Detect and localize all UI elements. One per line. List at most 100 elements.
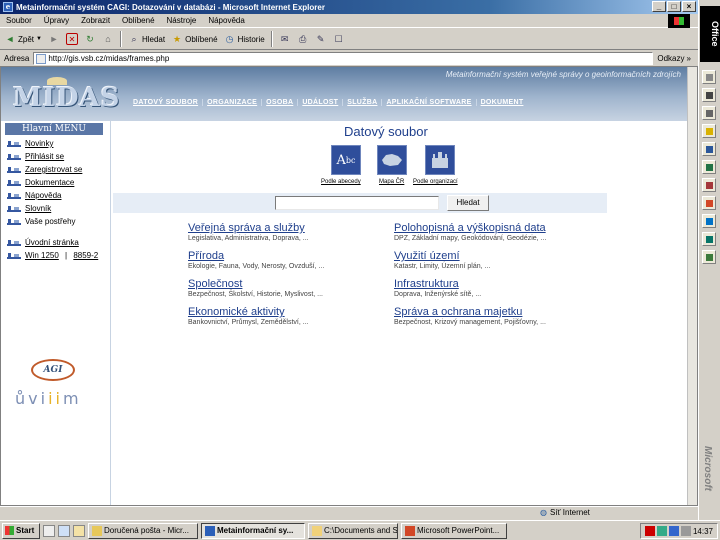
office-access-icon[interactable] xyxy=(702,178,716,192)
task-inbox[interactable]: Doručená pošta - Micr... xyxy=(88,522,198,539)
edit-icon[interactable]: ✎ xyxy=(315,33,327,45)
address-input[interactable]: http://gis.vsb.cz/midas/frames.php xyxy=(33,51,654,65)
nav-sluzba[interactable]: SLUŽBA xyxy=(343,99,383,106)
menu-item-zaregistrovat[interactable]: Zaregistrovat se xyxy=(7,165,82,174)
quick-launch-ie-icon[interactable] xyxy=(58,524,70,537)
category-item: Polohopisná a výškopisná data DPZ, Zákla… xyxy=(394,222,546,242)
tray-n-icon[interactable] xyxy=(644,526,655,536)
start-button[interactable]: Start xyxy=(2,522,40,539)
links-button[interactable]: Odkazy » xyxy=(657,52,697,65)
menu-item-uvodni[interactable]: Úvodní stránka xyxy=(7,238,79,247)
discuss-icon[interactable]: ☐ xyxy=(333,33,345,45)
menu-item-slovnik[interactable]: Slovník xyxy=(7,204,51,213)
print-icon[interactable]: ⎙ xyxy=(297,33,309,45)
security-zone: ◍ Síť Internet xyxy=(540,508,590,517)
menu-item-novinky[interactable]: Novinky xyxy=(7,139,53,148)
toolbar: ◄ Zpět ▼ ► ✕ ↻ ⌂ ⌕ Hledat ★ Oblíbené ◷ H… xyxy=(0,29,698,50)
address-label: Adresa xyxy=(4,53,30,63)
category-link[interactable]: Infrastruktura xyxy=(394,278,481,290)
nav-aplikacni-software[interactable]: APLIKAČNÍ SOFTWARE xyxy=(382,99,477,106)
office-powerpoint-icon[interactable] xyxy=(702,196,716,210)
search-input[interactable] xyxy=(275,196,439,210)
forward-button[interactable]: ► xyxy=(48,33,60,45)
search-by-map-link[interactable]: Mapa ČR xyxy=(379,179,404,185)
organization-icon[interactable] xyxy=(425,145,455,175)
chevron-down-icon: ▼ xyxy=(36,36,42,42)
search-button[interactable]: ⌕ Hledat xyxy=(128,33,165,45)
refresh-icon[interactable]: ↻ xyxy=(84,33,96,45)
encoding-separator: | xyxy=(62,251,70,260)
quick-launch-desktop-icon[interactable] xyxy=(43,524,55,537)
office-new-mail-icon[interactable] xyxy=(702,70,716,84)
menu-title: Hlavní MENU xyxy=(5,123,103,135)
menu-item-label: Přihlásit se xyxy=(25,152,65,161)
office-excel-icon[interactable] xyxy=(702,160,716,174)
browser-viewport: Metainformační systém veřejné správy o g… xyxy=(0,66,698,506)
office-publisher-icon[interactable] xyxy=(702,232,716,246)
category-link[interactable]: Využití území xyxy=(394,250,490,262)
nav-udalost[interactable]: UDÁLOST xyxy=(298,99,344,106)
menu-item-postrehy[interactable]: Vaše postřehy xyxy=(7,217,76,226)
menu-upravy[interactable]: Úpravy xyxy=(44,16,69,25)
office-frontpage-icon[interactable] xyxy=(702,250,716,264)
task-label: Microsoft PowerPoint... xyxy=(417,526,500,535)
mail-icon[interactable]: ✉ xyxy=(279,33,291,45)
main-content: Datový soubor Abc Podle abecedy Mapa ČR … xyxy=(113,121,689,505)
history-icon: ◷ xyxy=(225,34,234,44)
ie-icon xyxy=(205,525,215,536)
office-word-icon[interactable] xyxy=(702,142,716,156)
task-powerpoint[interactable]: Microsoft PowerPoint... xyxy=(401,522,507,539)
category-link[interactable]: Veřejná správa a služby xyxy=(188,222,309,234)
history-button[interactable]: ◷ Historie xyxy=(224,33,265,45)
tray-network-icon[interactable] xyxy=(656,526,667,536)
category-link[interactable]: Společnost xyxy=(188,278,323,290)
clock[interactable]: 14:37 xyxy=(693,527,713,536)
tray-app-icon[interactable] xyxy=(680,526,691,536)
category-link[interactable]: Polohopisná a výškopisná data xyxy=(394,222,546,234)
menu-item-label: Novinky xyxy=(25,139,54,148)
search-by-alphabet-link[interactable]: Podle abecedy xyxy=(321,179,361,185)
category-link[interactable]: Příroda xyxy=(188,250,324,262)
menu-napoveda[interactable]: Nápověda xyxy=(208,16,244,25)
back-button[interactable]: ◄ Zpět ▼ xyxy=(4,33,42,45)
menu-zobrazit[interactable]: Zobrazit xyxy=(81,16,110,25)
category-link[interactable]: Ekonomické aktivity xyxy=(188,306,309,318)
category-link[interactable]: Správa a ochrana majetku xyxy=(394,306,546,318)
office-open-icon[interactable] xyxy=(702,106,716,120)
uvim-logo: ůviiim xyxy=(15,389,82,408)
vertical-scrollbar[interactable] xyxy=(687,67,697,505)
search-submit-button[interactable]: Hledat xyxy=(447,195,489,211)
maximize-button[interactable]: □ xyxy=(667,1,681,12)
quick-launch-outlook-icon[interactable] xyxy=(73,524,85,537)
task-documents[interactable]: C:\Documents and Se... xyxy=(308,522,398,539)
encoding-win1250-link[interactable]: Win 1250 xyxy=(25,251,59,260)
menu-item-napoveda[interactable]: Nápověda xyxy=(7,191,61,200)
nav-dokument[interactable]: DOKUMENT xyxy=(477,99,528,106)
tray-speaker-icon[interactable] xyxy=(668,526,679,536)
menu-nastroje[interactable]: Nástroje xyxy=(167,16,197,25)
favorites-button[interactable]: ★ Oblíbené xyxy=(171,33,218,45)
home-icon[interactable]: ⌂ xyxy=(102,33,114,45)
nav-osoba[interactable]: OSOBA xyxy=(262,99,299,106)
page-title: Datový soubor xyxy=(344,124,428,139)
menu-item-dokumentace[interactable]: Dokumentace xyxy=(7,178,74,187)
menu-oblibene[interactable]: Oblíbené xyxy=(122,16,154,25)
menu-soubor[interactable]: Soubor xyxy=(6,16,32,25)
close-button[interactable]: × xyxy=(682,1,696,12)
czech-map-icon[interactable] xyxy=(377,145,407,175)
task-metainformacni[interactable]: Metainformační sy... xyxy=(201,522,305,539)
office-document-icon[interactable] xyxy=(702,88,716,102)
abc-icon[interactable]: Abc xyxy=(331,145,361,175)
uvim-logo-right: m xyxy=(62,389,82,408)
agi-logo-text: AGI xyxy=(43,365,63,375)
office-calendar-icon[interactable] xyxy=(702,124,716,138)
menu-item-label: Nápověda xyxy=(25,191,62,200)
minimize-button[interactable]: _ xyxy=(652,1,666,12)
nav-organizace[interactable]: ORGANIZACE xyxy=(203,99,263,106)
menu-item-prihlasit[interactable]: Přihlásit se xyxy=(7,152,64,161)
search-by-organization-link[interactable]: Podle organizací xyxy=(413,179,458,185)
office-outlook-icon[interactable] xyxy=(702,214,716,228)
stop-icon[interactable]: ✕ xyxy=(65,33,78,45)
encoding-8859-link[interactable]: 8859-2 xyxy=(73,251,98,260)
nav-datovy-soubor[interactable]: DATOVÝ SOUBOR xyxy=(129,99,204,106)
